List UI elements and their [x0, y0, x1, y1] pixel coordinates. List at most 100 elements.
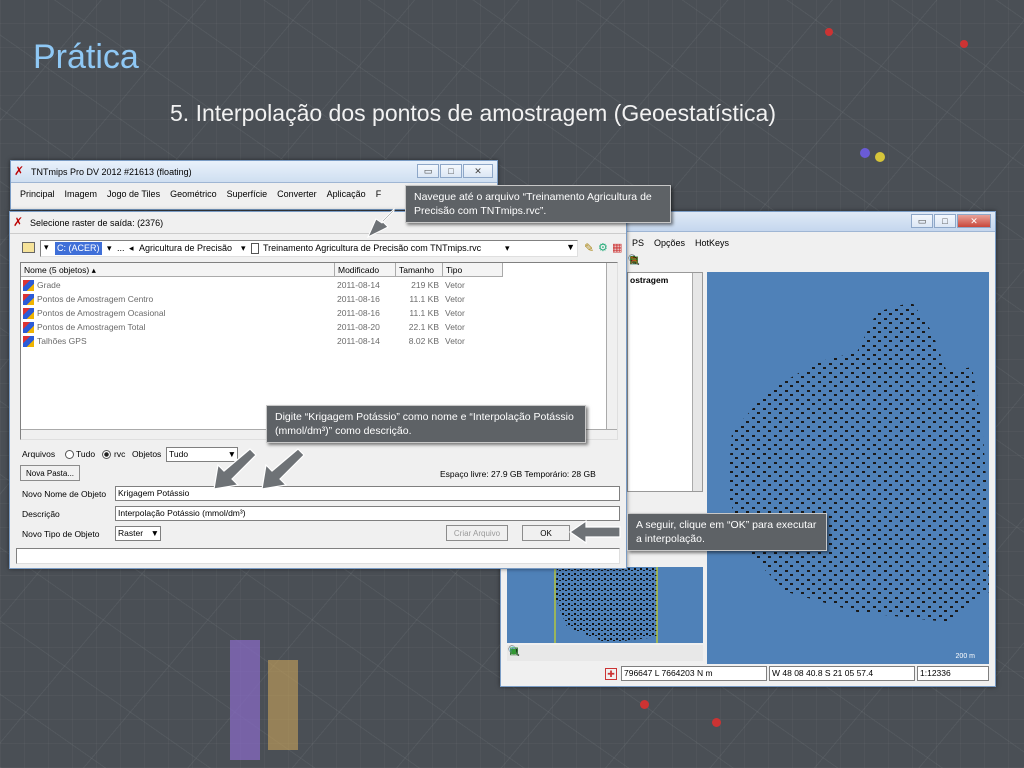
status-bar: ✚ 796647 L 7664203 N m W 48 08 40.8 S 21… — [601, 666, 991, 682]
background-parcel — [268, 660, 298, 750]
scale-readout: 1:12336 — [917, 666, 989, 681]
column-header-type[interactable]: Tipo — [443, 263, 503, 277]
nova-pasta-button[interactable]: Nova Pasta... — [20, 465, 80, 481]
view-menu-bar: PS Opções HotKeys — [627, 236, 734, 250]
file-name: Talhões GPS — [37, 336, 87, 346]
slide-title: Prática — [33, 38, 139, 76]
table-icon[interactable]: ▤ — [627, 254, 641, 268]
object-type-select[interactable]: Raster ▼ — [115, 526, 161, 541]
path-ellipsis[interactable]: ... — [117, 243, 125, 253]
file-name: Pontos de Amostragem Centro — [37, 294, 154, 304]
menu-item-hotkeys[interactable]: HotKeys — [690, 236, 734, 250]
coordinate-readout: 796647 L 7664203 N m — [621, 666, 767, 681]
radio-tudo[interactable] — [65, 450, 74, 459]
file-modified: 2011-08-14 — [337, 336, 380, 346]
raster-icon[interactable]: ▣ — [507, 645, 521, 659]
file-row[interactable]: Talhões GPS 2011-08-14 8.02 KB Vetor — [21, 335, 617, 348]
callout-navigate: Navegue até o arquivo “Treinamento Agric… — [405, 185, 671, 223]
locate-icon[interactable]: ✚ — [605, 668, 617, 680]
objetos-select-value: Tudo — [169, 449, 189, 459]
menu-item-geometrico[interactable]: Geométrico — [165, 187, 222, 201]
menu-item-imagem[interactable]: Imagem — [60, 187, 103, 201]
legend-layer-label: ostragem — [630, 275, 669, 285]
background-marker — [860, 148, 870, 158]
file-type: Vetor — [445, 294, 465, 304]
chevron-right-icon: ◂ — [129, 243, 134, 253]
object-type-value: Raster — [118, 528, 144, 538]
ok-button[interactable]: OK — [522, 525, 570, 541]
object-name-label: Novo Nome de Objeto — [22, 489, 107, 499]
description-input[interactable]: Interpolação Potássio (mmol/dm³) — [115, 506, 620, 521]
file-type: Vetor — [445, 308, 465, 318]
path-combobox[interactable]: ▾ C: (ACER) ▾ ... ◂ Agricultura de Preci… — [40, 240, 578, 257]
chevron-down-icon[interactable]: ▾ — [107, 243, 112, 254]
dropdown-arrow-icon[interactable]: ▼ — [151, 527, 159, 540]
tntmips-app-icon: ✗ — [13, 215, 24, 229]
callout-type-name: Digite “Krigagem Potássio” como nome e “… — [266, 405, 586, 443]
radio-rvc[interactable] — [102, 450, 111, 459]
path-bar: ▾ C: (ACER) ▾ ... ◂ Agricultura de Preci… — [20, 240, 622, 258]
network-icon[interactable]: ⚙ — [598, 241, 608, 254]
overview-toolbar: ▤ ⊕ ⊖ 🔍 ▣ — [507, 645, 703, 661]
column-header-size[interactable]: Tamanho — [396, 263, 443, 277]
map-canvas[interactable]: 200 m — [707, 272, 989, 664]
vector-file-icon — [23, 336, 34, 347]
legend-scrollbar[interactable] — [692, 273, 702, 491]
file-row[interactable]: Pontos de Amostragem Centro 2011-08-16 1… — [21, 293, 617, 306]
dialog-status-area — [16, 548, 620, 564]
file-size: 22.1 KB — [408, 322, 439, 332]
minimize-button[interactable]: ▭ — [417, 164, 439, 178]
combobox-dropdown-icon[interactable]: ▼ — [566, 242, 575, 252]
tudo-label[interactable]: Tudo — [76, 448, 95, 461]
latlon-readout: W 48 08 40.8 S 21 05 57.4 — [769, 666, 915, 681]
file-row[interactable]: Pontos de Amostragem Total 2011-08-20 22… — [21, 321, 617, 334]
main-window-title: TNTmips Pro DV 2012 #21613 (floating) — [31, 167, 192, 177]
path-folder[interactable]: Agricultura de Precisão — [139, 243, 232, 253]
file-type: Vetor — [445, 336, 465, 346]
menu-item-gps[interactable]: PS — [627, 236, 649, 250]
grid-view-icon[interactable]: ▦ — [612, 241, 622, 254]
file-size: 219 KB — [411, 280, 439, 290]
chevron-down-icon[interactable]: ▾ — [505, 243, 510, 254]
menu-item-superficie[interactable]: Superfície — [222, 187, 273, 201]
file-modified: 2011-08-16 — [337, 308, 380, 318]
column-header-modified[interactable]: Modificado — [335, 263, 396, 277]
background-marker — [875, 152, 885, 162]
column-header-name[interactable]: Nome (5 objetos) ▴ — [21, 263, 335, 277]
callout-click-ok: A seguir, clique em “OK” para executar a… — [627, 513, 827, 551]
dropdown-arrow-icon[interactable]: ▾ — [44, 242, 49, 253]
sample-points-layer — [727, 302, 989, 622]
close-button[interactable]: ✕ — [957, 214, 991, 228]
tntmips-app-icon: ✗ — [14, 164, 25, 178]
vector-file-icon — [23, 308, 34, 319]
path-drive[interactable]: C: (ACER) — [55, 242, 102, 255]
pencil-icon[interactable]: ✎ — [584, 241, 594, 255]
file-row[interactable]: Grade 2011-08-14 219 KB Vetor — [21, 279, 617, 292]
maximize-button[interactable]: □ — [440, 164, 462, 178]
menu-item-jogo-de-tiles[interactable]: Jogo de Tiles — [102, 187, 165, 201]
menu-item-principal[interactable]: Principal — [15, 187, 60, 201]
chevron-down-icon[interactable]: ▾ — [241, 243, 246, 254]
menu-item-aplicacao[interactable]: Aplicação — [322, 187, 371, 201]
disk-space-info: Espaço livre: 27.9 GB Temporário: 28 GB — [440, 469, 596, 479]
object-name-input[interactable]: Krigagem Potássio — [115, 486, 620, 501]
maximize-button[interactable]: □ — [934, 214, 956, 228]
close-button[interactable]: ✕ — [463, 164, 493, 178]
file-row[interactable]: Pontos de Amostragem Ocasional 2011-08-1… — [21, 307, 617, 320]
menu-item-truncated[interactable]: F — [371, 187, 387, 201]
criar-arquivo-button[interactable]: Criar Arquivo — [446, 525, 508, 541]
menu-item-opcoes[interactable]: Opções — [649, 236, 690, 250]
folder-icon[interactable] — [22, 242, 35, 253]
rvc-label[interactable]: rvc — [114, 448, 125, 461]
arquivos-label: Arquivos — [22, 449, 56, 459]
file-modified: 2011-08-16 — [337, 294, 380, 304]
menu-item-converter[interactable]: Converter — [272, 187, 322, 201]
slide-subtitle: 5. Interpolação dos pontos de amostragem… — [170, 100, 776, 126]
file-size: 11.1 KB — [409, 308, 439, 318]
object-type-label: Novo Tipo de Objeto — [22, 529, 100, 539]
minimize-button[interactable]: ▭ — [911, 214, 933, 228]
arrow-to-name-input-icon — [213, 448, 257, 490]
background-marker — [712, 718, 721, 727]
dialog-title: Selecione raster de saída: (2376) — [30, 218, 164, 228]
overview-map[interactable] — [507, 567, 703, 643]
